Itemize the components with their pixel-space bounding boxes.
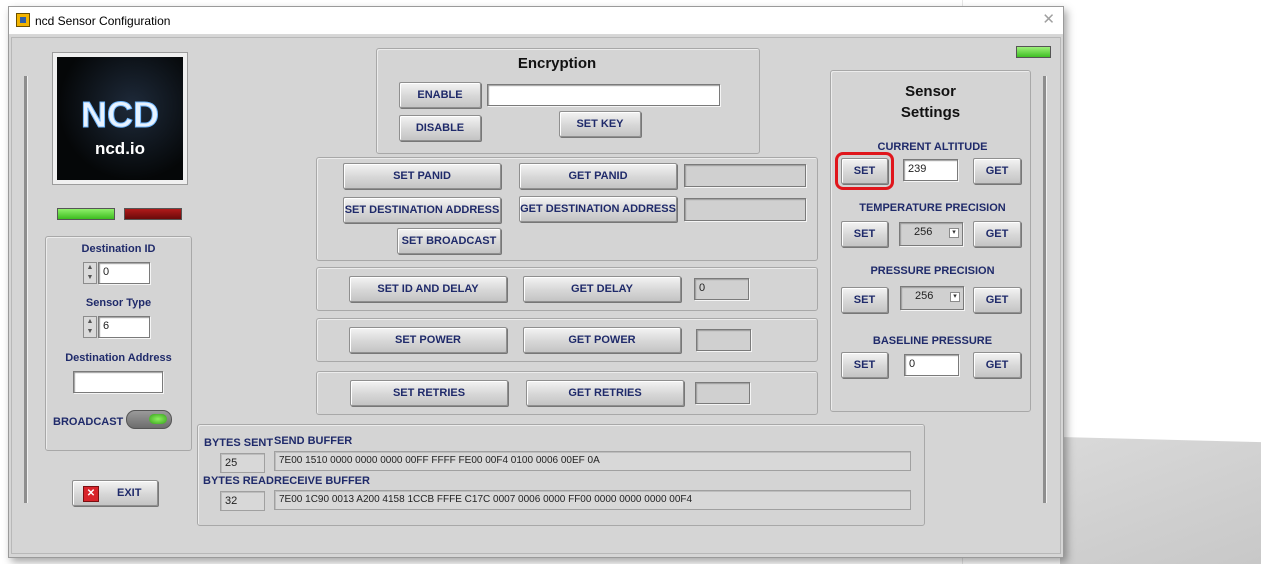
destination-panel: Destination ID ▲ ▼ 0 Sensor Type ▲ ▼ 6 Des… [45,236,192,451]
power-output [696,329,751,351]
get-temperature-precision-button[interactable]: GET [973,221,1021,247]
retries-panel: SET RETRIES GET RETRIES [316,371,818,415]
get-baseline-pressure-button[interactable]: GET [973,352,1021,378]
logo-text: ncd.io [94,139,146,158]
set-broadcast-button[interactable]: SET BROADCAST [397,228,501,254]
set-current-altitude-button[interactable]: SET [835,152,894,190]
bytes-read-value: 32 [220,491,265,511]
get-destination-address-button[interactable]: GET DESTINATION ADDRESS [519,196,677,222]
get-panid-button[interactable]: GET PANID [519,163,677,189]
destination-id-spinner[interactable]: ▲ ▼ [83,262,97,284]
delay-output: 0 [694,278,749,300]
get-current-altitude-button[interactable]: GET [973,158,1021,184]
panid-output [684,164,806,187]
set-power-button[interactable]: SET POWER [349,327,507,353]
background-shadow [1060,437,1261,564]
broadcast-label: BROADCAST [53,416,124,428]
encryption-key-input[interactable] [487,84,720,106]
sensor-settings-title-line1: Sensor [905,83,956,100]
current-altitude-label: CURRENT ALTITUDE [877,141,988,153]
bytes-sent-label: BYTES SENT [204,437,274,449]
set-destination-address-button[interactable]: SET DESTINATION ADDRESS [343,197,501,223]
sensor-type-spinner[interactable]: ▲ ▼ [83,316,97,338]
get-power-button[interactable]: GET POWER [523,327,681,353]
send-buffer-value: 7E00 1510 0000 0000 0000 00FF FFFF FE00 … [274,451,911,471]
window-title: ncd Sensor Configuration [35,14,171,28]
destination-id-input[interactable]: 0 [98,262,150,284]
set-retries-button[interactable]: SET RETRIES [350,380,508,406]
temperature-precision-value: 256 [914,226,933,238]
get-delay-button[interactable]: GET DELAY [523,276,681,302]
encryption-panel: Encryption ENABLE DISABLE SET KEY [376,48,760,154]
set-baseline-pressure-button[interactable]: SET [841,352,888,378]
pressure-precision-value: 256 [915,290,934,302]
app-icon [16,13,30,27]
bytes-sent-value: 25 [220,453,265,473]
exit-button[interactable]: ✕ EXIT [72,480,158,506]
app-window: ncd Sensor Configuration ✕ NCD ncd.io De… [8,6,1064,558]
get-pressure-precision-button[interactable]: GET [973,287,1021,313]
connection-led-green [57,208,115,220]
close-icon: ✕ [83,486,99,502]
sensor-type-label: Sensor Type [85,297,152,309]
set-panid-button[interactable]: SET PANID [343,163,501,189]
broadcast-toggle[interactable] [126,410,172,429]
encryption-title: Encryption [517,55,597,72]
close-icon[interactable]: ✕ [1042,11,1055,29]
delay-panel: SET ID AND DELAY GET DELAY 0 [316,267,818,311]
ncd-logo-mark-icon: NCD [81,94,160,136]
chevron-down-icon: ▾ [949,228,959,238]
current-altitude-input[interactable]: 239 [903,159,958,181]
sensor-settings-panel: Sensor Settings CURRENT ALTITUDE SET 239… [830,70,1031,412]
disable-button[interactable]: DISABLE [399,115,481,141]
enable-button[interactable]: ENABLE [399,82,481,108]
pressure-precision-select[interactable]: 256 ▾ [900,286,964,310]
svg-text:NCD: NCD [81,94,159,135]
pressure-precision-label: PRESSURE PRECISION [870,265,995,277]
main-panel: NCD ncd.io Destination ID ▲ ▼ 0 Sensor Ty… [11,37,1061,554]
temperature-precision-select[interactable]: 256 ▾ [899,222,963,246]
ncd-logo: NCD ncd.io [57,57,183,180]
destination-id-label: Destination ID [81,243,156,255]
destination-address-input[interactable] [73,371,163,393]
set-pressure-precision-button[interactable]: SET [841,287,888,313]
left-slot-divider [24,76,28,503]
logo-frame: NCD ncd.io [52,52,188,185]
exit-label: EXIT [117,487,142,499]
chevron-down-icon: ▾ [950,292,960,302]
set-temperature-precision-button[interactable]: SET [841,221,888,247]
buffer-panel: BYTES SENT 25 SEND BUFFER 7E00 1510 0000… [197,424,925,526]
receive-buffer-value: 7E00 1C90 0013 A200 4158 1CCB FFFE C17C … [274,490,911,510]
temperature-precision-label: TEMPERATURE PRECISION [859,202,1006,214]
baseline-pressure-input[interactable]: 0 [904,354,959,376]
set-id-and-delay-button[interactable]: SET ID AND DELAY [349,276,507,302]
bytes-read-label: BYTES READ [203,475,274,487]
retries-output [695,382,750,404]
destination-address-label: Destination Address [65,352,172,364]
destination-address-output [684,198,806,221]
right-slot-divider [1043,76,1047,503]
error-led-red [124,208,182,220]
panid-panel: SET PANID GET PANID SET DESTINATION ADDR… [316,157,818,261]
set-key-button[interactable]: SET KEY [559,111,641,137]
sensor-settings-title-line2: Settings [900,104,961,121]
sensor-type-input[interactable]: 6 [98,316,150,338]
status-led [1016,46,1051,58]
power-panel: SET POWER GET POWER [316,318,818,362]
get-retries-button[interactable]: GET RETRIES [526,380,684,406]
broadcast-toggle-led [149,414,167,424]
send-buffer-label: SEND BUFFER [274,435,353,447]
receive-buffer-label: RECEIVE BUFFER [274,475,370,487]
baseline-pressure-label: BASELINE PRESSURE [872,335,993,347]
title-bar: ncd Sensor Configuration ✕ [9,7,1063,35]
